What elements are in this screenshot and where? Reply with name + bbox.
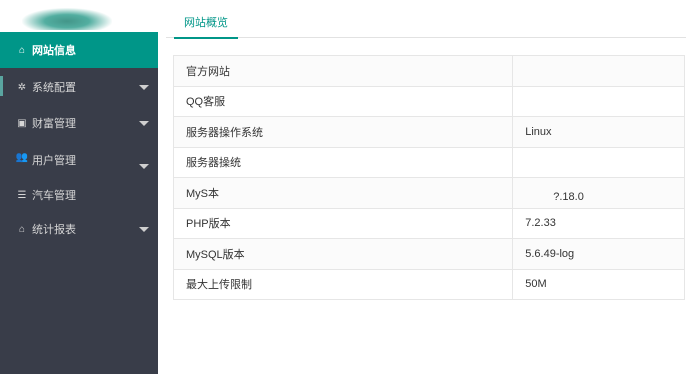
table-row: MySQL版本 5.6.49-log bbox=[172, 238, 685, 270]
sidebar-item-label: 统计报表 bbox=[32, 224, 76, 236]
row-value: Linux bbox=[512, 116, 685, 148]
row-key: MyS本 bbox=[172, 177, 514, 209]
sidebar-item-label: 汽车管理 bbox=[32, 190, 76, 202]
table-row: QQ客服 bbox=[172, 85, 685, 117]
sidebar-item-label: 网站信息 bbox=[32, 45, 76, 57]
sidebar-item-label: 用户管理 bbox=[32, 155, 76, 167]
gears-icon: ✲ bbox=[17, 81, 27, 93]
home-icon: ⌂ bbox=[18, 44, 26, 56]
sidebar-item-website-info[interactable]: ⌂ 网站信息 bbox=[0, 32, 158, 68]
row-value bbox=[512, 55, 685, 87]
row-key: 最大上传限制 bbox=[172, 268, 514, 300]
sidebar-item-reports[interactable]: ⌂ 统计报表 bbox=[0, 212, 158, 246]
money-icon: ▣ bbox=[17, 117, 27, 129]
users-icon: 👥 bbox=[15, 152, 29, 163]
sidebar-item-label: 系统配置 bbox=[32, 82, 76, 94]
table-row: 官方网站 bbox=[172, 55, 685, 87]
sidebar-item-users[interactable]: 👥 用户管理 bbox=[0, 140, 158, 178]
row-value bbox=[512, 85, 685, 117]
chevron-down-icon bbox=[139, 84, 149, 90]
row-value: 5.6.49-log bbox=[512, 238, 685, 270]
sidebar-item-label: 财富管理 bbox=[32, 118, 76, 130]
table-row: PHP版本 7.2.33 bbox=[172, 207, 685, 239]
row-key: 服务器操作系统 bbox=[172, 116, 514, 148]
sidebar-item-cars[interactable]: ☰ 汽车管理 bbox=[0, 178, 158, 212]
row-key: 官方网站 bbox=[172, 55, 514, 87]
row-value: ?.18.0 bbox=[512, 177, 685, 209]
row-key: PHP版本 bbox=[172, 207, 514, 239]
logo bbox=[0, 0, 158, 32]
info-table: 官方网站 QQ客服 服务器操作系统 Linux 服务器操统 MyS本 ?.18.… bbox=[172, 55, 685, 300]
chevron-down-icon bbox=[139, 120, 149, 126]
row-key: QQ客服 bbox=[172, 85, 514, 117]
table-row: 服务器操统 bbox=[172, 146, 685, 178]
scroll-indicator bbox=[0, 76, 3, 96]
chevron-down-icon bbox=[139, 226, 149, 232]
sidebar: ⌂ 网站信息 ✲ 系统配置 ▣ 财富管理 👥 用户管理 ☰ 汽车管理 ⌂ 统计报… bbox=[0, 0, 158, 374]
table-row: MyS本 ?.18.0 bbox=[172, 177, 685, 209]
table-row: 服务器操作系统 Linux bbox=[172, 116, 685, 148]
row-value bbox=[512, 146, 685, 178]
row-key: 服务器操统 bbox=[172, 146, 514, 178]
home-icon: ⌂ bbox=[18, 223, 26, 235]
sidebar-item-system-config[interactable]: ✲ 系统配置 bbox=[0, 70, 158, 104]
row-key: MySQL版本 bbox=[172, 238, 514, 270]
chevron-down-icon bbox=[139, 164, 149, 169]
tab-bar: 网站概览 bbox=[166, 0, 686, 39]
tab-overview[interactable]: 网站概览 bbox=[174, 14, 238, 39]
sidebar-item-wealth[interactable]: ▣ 财富管理 bbox=[0, 106, 158, 140]
row-value: 50M bbox=[512, 268, 685, 300]
sidebar-nav: ⌂ 网站信息 ✲ 系统配置 ▣ 财富管理 👥 用户管理 ☰ 汽车管理 ⌂ 统计报… bbox=[0, 32, 158, 246]
row-value: 7.2.33 bbox=[512, 207, 685, 239]
table-row: 最大上传限制 50M bbox=[172, 268, 685, 300]
list-icon: ☰ bbox=[17, 189, 27, 201]
